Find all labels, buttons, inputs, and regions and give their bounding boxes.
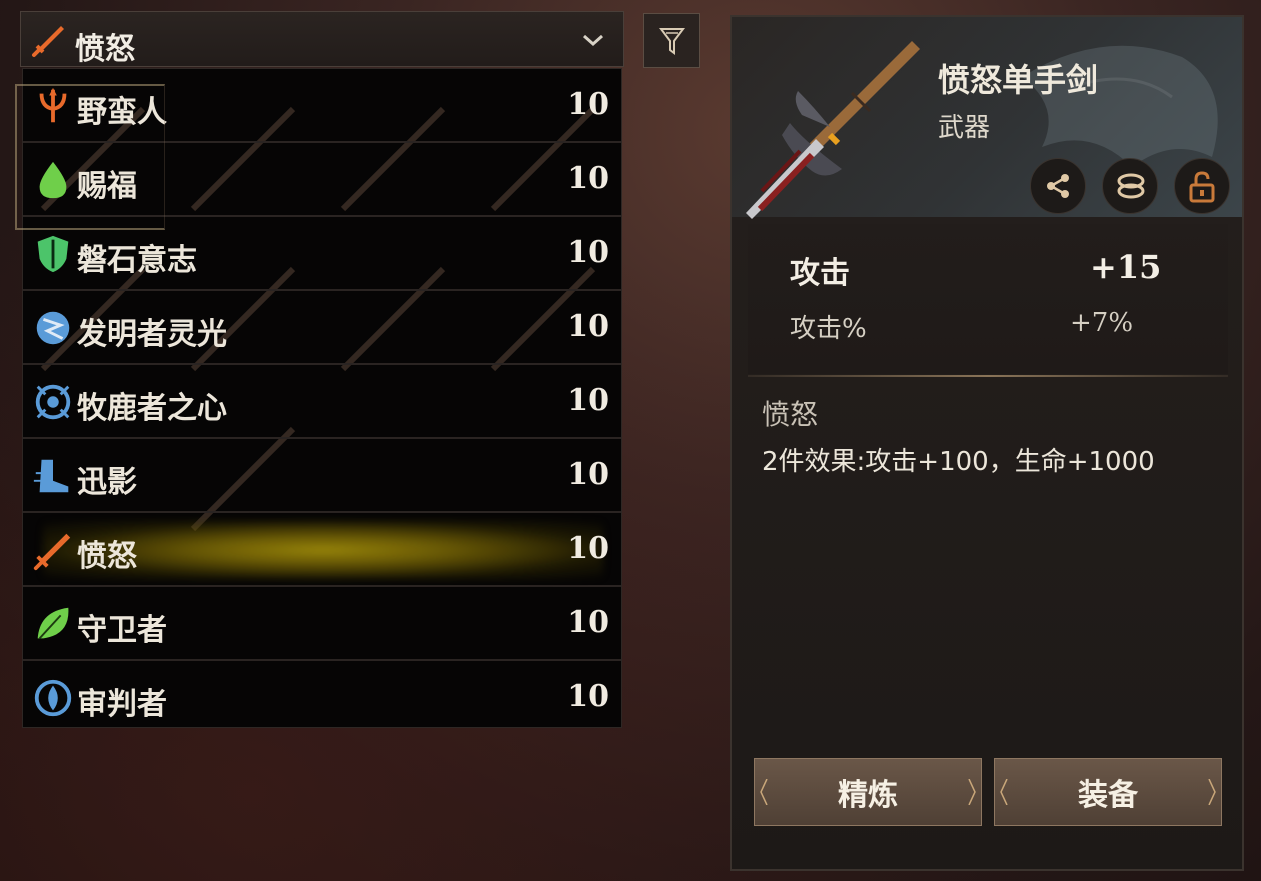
button-ornament-icon [760,779,768,805]
unlock-icon [1189,171,1215,203]
dropdown-selected-label: 愤怒 [75,32,135,67]
set-label: 牧鹿者之心 [77,391,227,426]
rock-will-shield-icon [37,235,69,273]
main-stat-value: +15 [1090,248,1162,286]
fury-sword-icon [33,533,71,571]
set-count: 10 [567,457,609,492]
refine-button[interactable]: 精炼 [754,758,982,826]
share-button[interactable] [1030,158,1086,214]
item-type: 武器 [938,113,991,143]
button-ornament-icon [1000,779,1008,805]
blessing-drop-icon [39,161,67,199]
set-list-item[interactable]: 牧鹿者之心 10 [23,365,621,439]
sub-stat-value: +7% [1070,308,1134,338]
set-list-item[interactable]: 审判者 10 [23,661,621,727]
lock-button[interactable] [1174,158,1230,214]
set-label: 迅影 [77,465,137,500]
stats-box: 攻击 +15 攻击% +7% [748,224,1228,374]
set-name: 愤怒 [762,398,819,431]
set-list[interactable]: 野蛮人 10 赐福 10 磐石意志 10 发明者灵光 10 牧鹿者之心 10 迅影 10 愤怒 10 守卫者… [22,68,622,728]
divider [748,375,1228,377]
swift-boot-icon [33,459,69,493]
set-count: 10 [567,309,609,344]
rings-icon [1117,173,1145,199]
set-list-item[interactable]: 赐福 10 [23,143,621,217]
button-ornament-icon [1208,779,1216,805]
set-filter-dropdown[interactable]: 愤怒 [20,11,624,67]
set-list-item[interactable]: 守卫者 10 [23,587,621,661]
set-count: 10 [567,605,609,640]
barbarian-trident-icon [39,87,67,123]
set-label: 发明者灵光 [77,317,227,352]
set-effect: 2件效果:攻击+100，生命+1000 [762,447,1155,477]
compare-button[interactable] [1102,158,1158,214]
equip-label: 装备 [1078,778,1138,813]
set-label: 愤怒 [77,539,137,574]
inventor-spark-icon [36,311,70,345]
set-label: 野蛮人 [77,95,167,130]
refine-label: 精炼 [838,778,898,813]
main-stat-label: 攻击 [790,256,850,291]
set-list-item[interactable]: 野蛮人 10 [23,69,621,143]
filter-button[interactable] [643,13,700,68]
button-ornament-icon [968,779,976,805]
item-sword-image [746,41,920,219]
chevron-down-icon [583,34,603,47]
equip-button[interactable]: 装备 [994,758,1222,826]
set-list-item[interactable]: 愤怒 10 [23,513,621,587]
sub-stat-label: 攻击% [790,314,867,344]
set-count: 10 [567,383,609,418]
judge-eye-icon [34,679,72,717]
set-list-item[interactable]: 发明者灵光 10 [23,291,621,365]
set-label: 赐福 [77,169,137,204]
set-count: 10 [567,87,609,122]
set-label: 审判者 [77,687,167,722]
guardian-leaf-icon [37,607,69,639]
set-label: 守卫者 [77,613,167,648]
set-count: 10 [567,679,609,714]
item-detail-panel: 愤怒单手剑 武器 攻击 +15 攻击% +7% 愤怒 2件效果:攻击+100，生… [730,15,1244,871]
set-label: 磐石意志 [77,243,197,278]
filter-funnel-icon [659,28,685,55]
set-count: 10 [567,161,609,196]
share-icon [1047,174,1069,198]
set-count: 10 [567,531,609,566]
fury-sword-icon [32,26,64,57]
deer-heart-icon [35,384,71,420]
set-list-item[interactable]: 磐石意志 10 [23,217,621,291]
item-name: 愤怒单手剑 [938,61,1099,99]
set-count: 10 [567,235,609,270]
set-list-item[interactable]: 迅影 10 [23,439,621,513]
